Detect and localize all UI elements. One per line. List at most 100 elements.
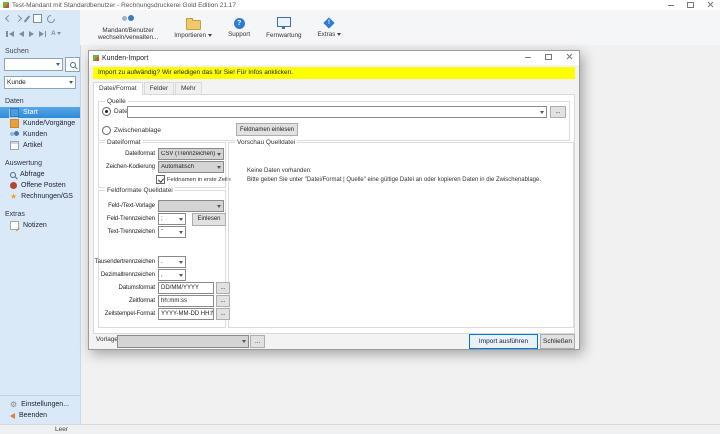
nav-row-2: A bbox=[0, 27, 80, 40]
support-button[interactable]: ? Support bbox=[220, 10, 258, 45]
customers-icon bbox=[10, 131, 19, 138]
feldnamen-checkbox[interactable] bbox=[156, 175, 165, 184]
maximize-icon[interactable] bbox=[684, 1, 697, 9]
tausendertrennzeichen-label: Tausendertrennzeichen bbox=[101, 259, 155, 265]
save-icon[interactable] bbox=[33, 14, 42, 23]
zwischenablage-radio[interactable] bbox=[102, 126, 111, 135]
search-input[interactable] bbox=[4, 58, 63, 71]
search-scope-select[interactable]: Kunde bbox=[4, 76, 76, 89]
application-window: Test-Mandant mit Standardbenutzer - Rech… bbox=[0, 0, 720, 434]
chevron-down-icon bbox=[217, 166, 221, 169]
datumsformat-label: Datumsformat bbox=[101, 285, 155, 291]
vorschau-group: Vorschau Quelldatei Keine Daten vorhande… bbox=[228, 142, 574, 328]
feld-text-vorlage-select[interactable] bbox=[158, 200, 224, 212]
datei-path-input[interactable] bbox=[127, 106, 547, 118]
importieren-button[interactable]: Importieren bbox=[166, 10, 220, 45]
dialog-title: Kunden-Import bbox=[102, 55, 148, 62]
feldnamen-checkbox-row: Feldnamen in erste Zeile bbox=[156, 175, 231, 184]
sidebar-item-notizen[interactable]: Notizen bbox=[0, 220, 80, 231]
chevron-down-icon bbox=[208, 34, 212, 37]
chevron-down-icon bbox=[179, 218, 183, 221]
sidebar-item-einstellungen[interactable]: ⚙ Einstellungen... bbox=[0, 399, 80, 410]
dezimaltrennzeichen-select[interactable]: , bbox=[158, 269, 186, 281]
promo-banner[interactable]: Import zu aufwändig? Wir erledigen das f… bbox=[93, 67, 575, 79]
sidebar-item-kunde-vorgaenge[interactable]: Kunde/Vorgänge bbox=[0, 118, 80, 129]
vorlage-select[interactable] bbox=[117, 335, 249, 348]
zeitformat-more-button[interactable]: ... bbox=[216, 295, 230, 307]
tab-mehr[interactable]: Mehr bbox=[175, 82, 202, 94]
search-section-label: Suchen bbox=[5, 48, 80, 55]
dialog-icon bbox=[93, 55, 99, 61]
dateiformat-select[interactable]: CSV (Trennzeichen) bbox=[158, 148, 224, 160]
import-folder-icon bbox=[186, 20, 201, 30]
datumsformat-input[interactable]: DD/MM/YYYY bbox=[158, 282, 214, 294]
search-button[interactable] bbox=[65, 57, 80, 72]
last-record-icon[interactable] bbox=[39, 31, 47, 37]
text-trennzeichen-select[interactable]: " bbox=[158, 226, 186, 238]
close-icon[interactable] bbox=[563, 53, 576, 61]
section-header-auswertung: Auswertung bbox=[5, 160, 80, 167]
vorlage-browse-button[interactable]: ... bbox=[250, 335, 265, 348]
datumsformat-more-button[interactable]: ... bbox=[216, 282, 230, 294]
extras-button[interactable]: ! Extras bbox=[309, 10, 349, 45]
zeitstempel-format-input[interactable]: YYYY-MM-DD HH:NN:SS bbox=[158, 308, 214, 320]
query-icon bbox=[10, 172, 16, 178]
remote-monitor-icon bbox=[277, 17, 291, 27]
notes-icon bbox=[10, 221, 19, 230]
tab-felder[interactable]: Felder bbox=[144, 82, 174, 94]
sidebar-item-start[interactable]: Start bbox=[0, 107, 80, 118]
chevron-down-icon bbox=[179, 274, 183, 277]
dezimaltrennzeichen-label: Dezimaltrennzeichen bbox=[101, 272, 155, 278]
section-header-extras: Extras bbox=[5, 211, 80, 218]
dateiformat-group: Dateiformat Dateiformat CSV (Trennzeiche… bbox=[98, 142, 226, 188]
browse-file-button[interactable]: ... bbox=[550, 106, 566, 118]
invoices-star-icon: ★ bbox=[10, 193, 17, 200]
window-controls bbox=[664, 1, 717, 9]
tab-datei-format[interactable]: Datei/Format bbox=[93, 82, 143, 95]
search-icon bbox=[70, 62, 76, 68]
sort-icon[interactable]: A bbox=[51, 30, 61, 37]
toolbar: A Mandant/Benutzer wechseln/verwalten...… bbox=[0, 10, 720, 46]
datei-radio[interactable] bbox=[102, 107, 111, 116]
back-icon[interactable] bbox=[5, 15, 12, 22]
chevron-down-icon bbox=[217, 205, 221, 208]
window-title: Test-Mandant mit Standardbenutzer - Rech… bbox=[12, 2, 236, 9]
zeitformat-input[interactable]: hh:mm:ss bbox=[158, 295, 214, 307]
maximize-icon[interactable] bbox=[542, 53, 555, 61]
minimize-icon[interactable] bbox=[664, 1, 677, 9]
import-ausfuehren-button[interactable]: Import ausführen bbox=[469, 334, 538, 349]
sidebar-item-artikel[interactable]: Artikel bbox=[0, 140, 80, 151]
sidebar-item-kunden[interactable]: Kunden bbox=[0, 129, 80, 140]
feldnamen-einlesen-button[interactable]: Feldnamen einlesen bbox=[236, 123, 298, 136]
sidebar-item-abfrage[interactable]: Abfrage bbox=[0, 169, 80, 180]
first-record-icon[interactable] bbox=[6, 31, 14, 37]
chevron-down-icon bbox=[69, 81, 73, 84]
datei-radio-row: Datei bbox=[102, 107, 129, 116]
undo-icon[interactable] bbox=[45, 13, 56, 24]
search-row bbox=[4, 57, 80, 72]
sidebar-item-offene-posten[interactable]: Offene Posten bbox=[0, 180, 80, 191]
tausendertrennzeichen-select[interactable]: . bbox=[158, 256, 186, 268]
forward-icon[interactable] bbox=[15, 15, 22, 22]
fernwartung-button[interactable]: Fernwartung bbox=[258, 10, 309, 45]
minimize-icon[interactable] bbox=[521, 53, 534, 61]
nav-row-1 bbox=[0, 12, 80, 25]
chevron-down-icon bbox=[179, 261, 183, 264]
kodierung-select[interactable]: Automatisch bbox=[158, 161, 224, 173]
einlesen-button[interactable]: Einlesen bbox=[192, 213, 226, 226]
previous-record-icon[interactable] bbox=[19, 31, 24, 37]
sidebar-item-rechnungen[interactable]: ★ Rechnungen/GS bbox=[0, 191, 80, 202]
feld-trennzeichen-select[interactable]: ; bbox=[158, 213, 186, 225]
dialog-titlebar: Kunden-Import bbox=[89, 51, 579, 65]
app-icon bbox=[3, 2, 9, 8]
schliessen-button[interactable]: Schließen bbox=[540, 334, 575, 349]
record-navigation-block: A bbox=[0, 10, 80, 45]
next-record-icon[interactable] bbox=[29, 31, 34, 37]
sidebar: Suchen Kunde Daten Start Kunde/Vorgänge … bbox=[0, 45, 81, 425]
sidebar-item-beenden[interactable]: Beenden bbox=[0, 410, 80, 421]
edit-icon[interactable] bbox=[24, 15, 31, 22]
toolbar-buttons: Mandant/Benutzer wechseln/verwalten... I… bbox=[90, 10, 349, 45]
close-icon[interactable] bbox=[704, 1, 717, 9]
zeitstempel-more-button[interactable]: ... bbox=[216, 308, 230, 320]
mandant-benutzer-button[interactable]: Mandant/Benutzer wechseln/verwalten... bbox=[90, 10, 166, 45]
